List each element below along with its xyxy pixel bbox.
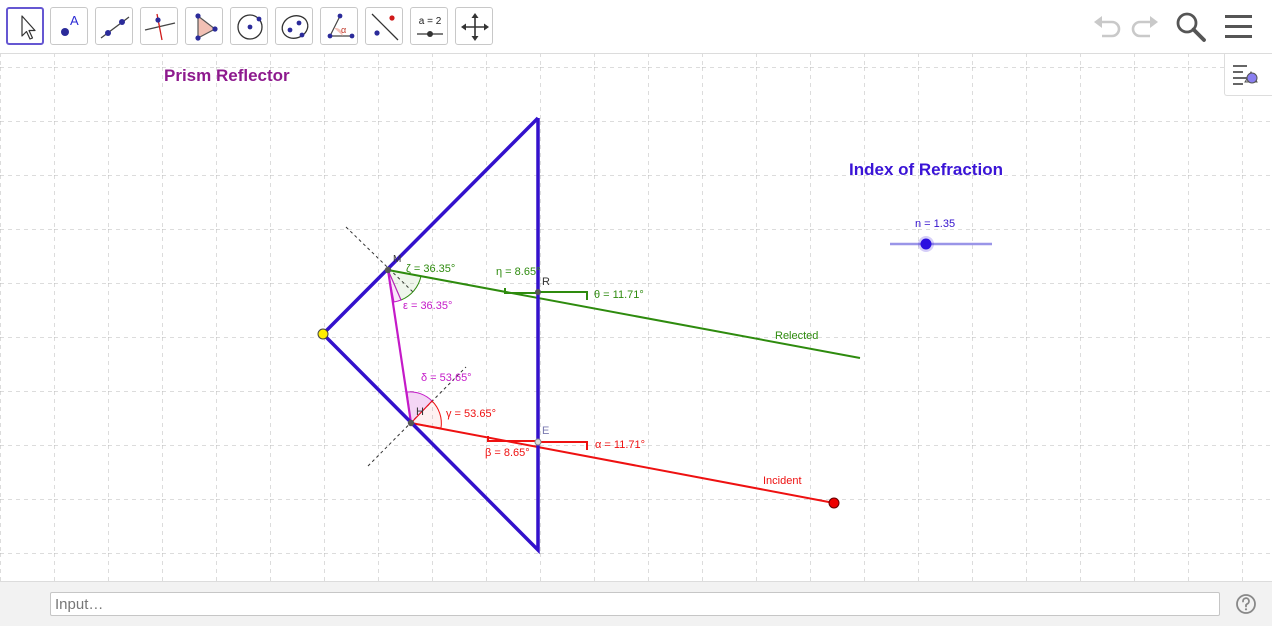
point-e[interactable] <box>534 438 542 446</box>
move-graphics-view-icon <box>461 13 489 41</box>
perpendicular-line-icon <box>144 13 176 41</box>
point-e-label: E <box>542 425 550 437</box>
eta-angle-label: η = 8.65° <box>496 266 541 278</box>
help-icon[interactable] <box>1235 593 1257 615</box>
point-h-label: H <box>416 406 424 418</box>
move-arrow-icon <box>21 15 36 40</box>
slider-tool-label: a = 2 <box>419 16 442 27</box>
point-m[interactable] <box>384 266 392 274</box>
construction-drawing <box>0 54 1272 581</box>
tool-ellipse[interactable] <box>275 7 313 45</box>
zeta-angle-label: ζ = 36.35° <box>406 263 456 275</box>
point-m-label: M <box>393 254 402 265</box>
ellipse-icon <box>281 15 309 39</box>
tool-move[interactable] <box>6 7 44 45</box>
delta-angle-label: δ = 53.65° <box>421 372 472 384</box>
reflect-icon <box>371 13 399 41</box>
tool-point[interactable]: A <box>50 7 88 45</box>
tool-move-view[interactable] <box>455 7 493 45</box>
slider-handle[interactable] <box>920 238 932 250</box>
slider-label: n = 1.35 <box>915 218 956 230</box>
incident-source-point[interactable] <box>828 497 840 509</box>
circle-icon <box>237 14 263 40</box>
input-bar-area <box>0 581 1272 626</box>
point-r-label: R <box>542 276 550 288</box>
tool-reflect[interactable] <box>365 7 403 45</box>
index-of-refraction-title: Index of Refraction <box>849 160 1003 179</box>
point-h[interactable] <box>407 419 415 427</box>
grid <box>0 54 1272 581</box>
redo-icon[interactable] <box>1128 10 1162 44</box>
polygon-icon <box>195 13 218 41</box>
tool-line[interactable] <box>95 7 133 45</box>
canvas-title: Prism Reflector <box>164 66 290 85</box>
gamma-angle-label: γ = 53.65° <box>446 408 496 420</box>
alpha-angle-label: α = 11.71° <box>595 439 646 451</box>
point-r[interactable] <box>535 289 541 295</box>
tool-slider[interactable]: a = 2 <box>410 7 448 45</box>
menu-icon[interactable] <box>1222 10 1256 44</box>
angle-tool-label: α <box>341 25 346 35</box>
beta-angle-label: β = 8.65° <box>485 447 530 459</box>
epsilon-angle-label: ε = 36.35° <box>403 300 453 312</box>
tool-polygon[interactable] <box>185 7 223 45</box>
undo-icon[interactable] <box>1090 10 1124 44</box>
algebra-input[interactable] <box>50 592 1220 616</box>
prism-vertex-point[interactable] <box>317 328 329 340</box>
style-bar-toggle[interactable] <box>1224 54 1272 96</box>
graphics-view[interactable]: Prism Reflector Index of Refraction n = … <box>0 54 1272 581</box>
theta-angle-label: θ = 11.71° <box>594 289 644 301</box>
tool-angle[interactable]: α <box>320 7 358 45</box>
angle-icon: α <box>327 13 355 39</box>
tool-circle[interactable] <box>230 7 268 45</box>
slider-icon: a = 2 <box>417 16 443 37</box>
line-icon <box>100 16 130 39</box>
algebra-style-bar-icon <box>1233 65 1258 85</box>
reflected-ray-label: Relected <box>775 330 819 342</box>
tool-perpendicular[interactable] <box>140 7 178 45</box>
toolbar: A α a = 2 <box>0 0 1272 54</box>
search-icon[interactable] <box>1174 10 1208 44</box>
incident-ray-label: Incident <box>763 475 802 487</box>
point-icon: A <box>61 13 79 36</box>
point-tool-label: A <box>70 13 79 28</box>
